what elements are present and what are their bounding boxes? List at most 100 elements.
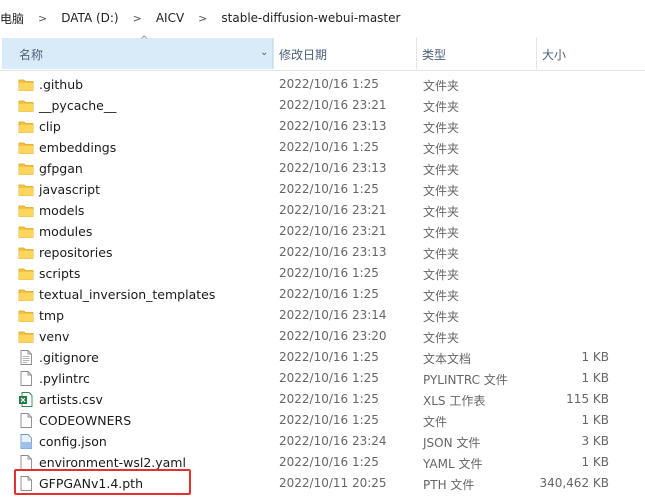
list-item[interactable]: textual_inversion_templates 2022/10/16 1:… bbox=[0, 284, 645, 305]
column-header-size[interactable]: 大小 bbox=[536, 38, 645, 69]
folder-icon bbox=[18, 266, 34, 281]
file-name: textual_inversion_templates bbox=[39, 287, 216, 302]
list-item[interactable]: artists.csv 2022/10/16 1:25 XLS 工作表 115 KB bbox=[0, 389, 645, 410]
file-date: 2022/10/16 1:25 bbox=[279, 392, 379, 406]
folder-icon bbox=[18, 98, 34, 113]
file-name: clip bbox=[39, 119, 61, 134]
list-item[interactable]: repositories 2022/10/16 23:13 文件夹 bbox=[0, 242, 645, 263]
file-date: 2022/10/16 23:14 bbox=[279, 308, 387, 322]
file-name: scripts bbox=[39, 266, 81, 281]
list-item[interactable]: GFPGANv1.4.pth 2022/10/11 20:25 PTH 文件 340,… bbox=[0, 473, 645, 494]
list-item[interactable]: environment-wsl2.yaml 2022/10/16 1:25 YAML… bbox=[0, 452, 645, 473]
file-date: 2022/10/16 23:13 bbox=[279, 119, 387, 133]
list-item[interactable]: javascript 2022/10/16 1:25 文件夹 bbox=[0, 179, 645, 200]
file-type: 文件夹 bbox=[423, 79, 460, 93]
folder-icon bbox=[18, 161, 34, 176]
column-header-date[interactable]: 修改日期 bbox=[273, 38, 417, 69]
file-size: 115 KB bbox=[566, 392, 609, 406]
list-item[interactable]: .pylintrc 2022/10/16 1:25 PYLINTRC 文件 1 KB bbox=[0, 368, 645, 389]
file-size: 1 KB bbox=[581, 371, 609, 385]
file-list: .github 2022/10/16 1:25 文件夹 __pycache__ 2022… bbox=[0, 74, 645, 494]
column-header-type-label: 类型 bbox=[422, 48, 447, 62]
file-name: gfpgan bbox=[39, 161, 83, 176]
chevron-down-icon[interactable]: ⌄ bbox=[260, 47, 268, 58]
file-type: 文件夹 bbox=[423, 121, 460, 135]
folder-icon bbox=[18, 182, 34, 197]
column-header-name[interactable]: ^ 名称 ⌄ bbox=[2, 35, 273, 69]
column-header-bar: ^ 名称 ⌄ 修改日期 类型 大小 bbox=[0, 35, 645, 71]
file-type: PTH 文件 bbox=[423, 478, 475, 492]
file-date: 2022/10/16 1:25 bbox=[279, 266, 379, 280]
list-item[interactable]: modules 2022/10/16 23:21 文件夹 bbox=[0, 221, 645, 242]
chevron-right-icon[interactable]: > bbox=[186, 12, 219, 25]
breadcrumb-item-webui[interactable]: stable-diffusion-webui-master bbox=[219, 11, 402, 25]
file-type: 文件夹 bbox=[423, 100, 460, 114]
file-type: 文本文档 bbox=[423, 352, 472, 366]
file-name: CODEOWNERS bbox=[39, 413, 132, 428]
file-date: 2022/10/16 23:13 bbox=[279, 161, 387, 175]
column-header-type[interactable]: 类型 bbox=[416, 38, 537, 69]
folder-icon bbox=[18, 287, 34, 302]
list-item[interactable]: __pycache__ 2022/10/16 23:21 文件夹 bbox=[0, 95, 645, 116]
folder-icon bbox=[18, 77, 34, 92]
file-date: 2022/10/16 23:20 bbox=[279, 329, 387, 343]
file-name: embeddings bbox=[39, 140, 117, 155]
file-type: JSON 文件 bbox=[423, 436, 481, 450]
file-type: 文件夹 bbox=[423, 247, 460, 261]
list-item[interactable]: tmp 2022/10/16 23:14 文件夹 bbox=[0, 305, 645, 326]
file-size: 340,462 KB bbox=[539, 476, 609, 490]
folder-icon bbox=[18, 203, 34, 218]
file-name: models bbox=[39, 203, 85, 218]
file-name: environment-wsl2.yaml bbox=[39, 455, 186, 470]
file-date: 2022/10/16 1:25 bbox=[279, 413, 379, 427]
list-item[interactable]: models 2022/10/16 23:21 文件夹 bbox=[0, 200, 645, 221]
file-date: 2022/10/16 1:25 bbox=[279, 140, 379, 154]
file-date: 2022/10/11 20:25 bbox=[279, 476, 387, 490]
list-item[interactable]: CODEOWNERS 2022/10/16 1:25 文件 1 KB bbox=[0, 410, 645, 431]
file-type: 文件夹 bbox=[423, 289, 460, 303]
file-date: 2022/10/16 1:25 bbox=[279, 350, 379, 364]
column-header-date-label: 修改日期 bbox=[279, 48, 328, 62]
file-size: 3 KB bbox=[581, 434, 609, 448]
file-name: modules bbox=[39, 224, 93, 239]
text-file-icon bbox=[18, 350, 34, 365]
file-size: 1 KB bbox=[581, 455, 609, 469]
file-type: 文件夹 bbox=[423, 142, 460, 156]
chevron-right-icon[interactable]: > bbox=[121, 12, 154, 25]
file-icon bbox=[18, 455, 34, 470]
list-item[interactable]: clip 2022/10/16 23:13 文件夹 bbox=[0, 116, 645, 137]
file-date: 2022/10/16 1:25 bbox=[279, 182, 379, 196]
file-icon bbox=[18, 413, 34, 428]
file-name: artists.csv bbox=[39, 392, 103, 407]
file-size: 1 KB bbox=[581, 350, 609, 364]
file-type: XLS 工作表 bbox=[423, 394, 486, 408]
list-item[interactable]: .gitignore 2022/10/16 1:25 文本文档 1 KB bbox=[0, 347, 645, 368]
file-date: 2022/10/16 23:21 bbox=[279, 224, 387, 238]
list-item[interactable]: config.json 2022/10/16 23:24 JSON 文件 3 KB bbox=[0, 431, 645, 452]
list-item[interactable]: .github 2022/10/16 1:25 文件夹 bbox=[0, 74, 645, 95]
file-date: 2022/10/16 1:25 bbox=[279, 77, 379, 91]
list-item[interactable]: gfpgan 2022/10/16 23:13 文件夹 bbox=[0, 158, 645, 179]
folder-icon bbox=[18, 329, 34, 344]
file-name: config.json bbox=[39, 434, 107, 449]
folder-icon bbox=[18, 224, 34, 239]
breadcrumb-item-drive[interactable]: DATA (D:) bbox=[59, 11, 120, 25]
list-item[interactable]: scripts 2022/10/16 1:25 文件夹 bbox=[0, 263, 645, 284]
folder-icon bbox=[18, 308, 34, 323]
file-type: 文件夹 bbox=[423, 163, 460, 177]
folder-icon bbox=[18, 140, 34, 155]
file-date: 2022/10/16 23:24 bbox=[279, 434, 387, 448]
list-item[interactable]: embeddings 2022/10/16 1:25 文件夹 bbox=[0, 137, 645, 158]
column-header-name-label: 名称 bbox=[19, 48, 44, 62]
chevron-right-icon[interactable]: > bbox=[26, 12, 59, 25]
list-item[interactable]: venv 2022/10/16 23:20 文件夹 bbox=[0, 326, 645, 347]
breadcrumb: 电脑 > DATA (D:) > AICV > stable-diffusion… bbox=[0, 0, 645, 36]
file-type: 文件夹 bbox=[423, 226, 460, 240]
file-name: javascript bbox=[39, 182, 101, 197]
file-type: YAML 文件 bbox=[423, 457, 483, 471]
breadcrumb-item-computer[interactable]: 电脑 bbox=[0, 10, 26, 27]
breadcrumb-item-aicv[interactable]: AICV bbox=[154, 11, 186, 25]
file-type: 文件夹 bbox=[423, 310, 460, 324]
file-name: repositories bbox=[39, 245, 113, 260]
folder-icon bbox=[18, 245, 34, 260]
